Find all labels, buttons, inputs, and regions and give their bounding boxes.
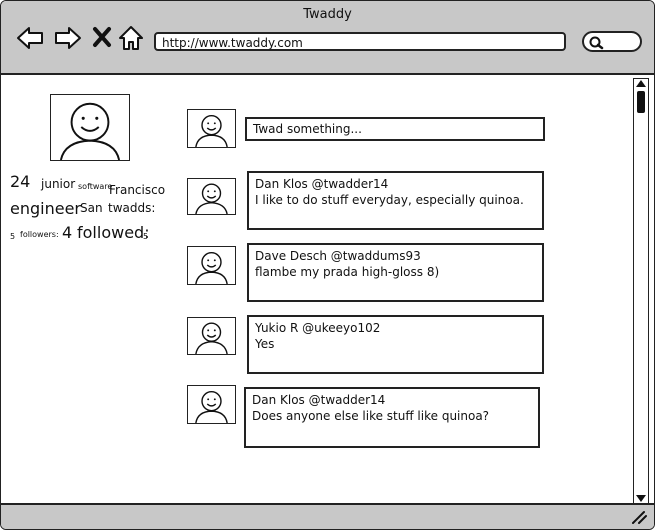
forward-arrow-icon[interactable]: [53, 23, 83, 53]
tweet-author[interactable]: Dan Klos @twadder14: [255, 176, 536, 192]
profile-word-engineer: engineer: [10, 199, 81, 218]
tweet-avatar[interactable]: [187, 317, 236, 355]
profile-twadds-count: 5: [10, 232, 16, 241]
profile-word-software: software: [78, 182, 113, 191]
profile-age: 24: [10, 172, 31, 191]
search-input[interactable]: [582, 31, 642, 52]
tweet-text: Yes: [255, 337, 275, 351]
profile-followers-label: followers:: [20, 230, 59, 239]
compose-avatar: [187, 109, 236, 148]
scroll-down-arrow-icon[interactable]: [636, 495, 646, 502]
tweet-author[interactable]: Dave Desch @twaddums93: [255, 248, 536, 264]
tweet-avatar[interactable]: [187, 178, 236, 215]
tweet-text: Does anyone else like stuff like quinoa?: [252, 409, 490, 423]
url-input[interactable]: http://www.twaddy.com: [154, 32, 566, 51]
resize-grip-icon[interactable]: [630, 509, 648, 525]
scrollbar-thumb[interactable]: [637, 91, 645, 113]
back-arrow-icon[interactable]: [15, 23, 45, 53]
tweet-avatar[interactable]: [187, 385, 236, 424]
tweet-card[interactable]: Dave Desch @twaddums93 flambe my prada h…: [247, 243, 544, 302]
tweet-author[interactable]: Dan Klos @twadder14: [252, 392, 532, 408]
search-icon: [589, 36, 604, 50]
profile-avatar[interactable]: [50, 94, 130, 161]
browser-titlebar: Twaddy http://www.twaddy.com: [1, 1, 654, 75]
scroll-up-arrow-icon[interactable]: [636, 80, 646, 87]
window-title: Twaddy: [303, 7, 352, 22]
profile-word-francisco: Francisco: [109, 183, 166, 197]
compose-input[interactable]: Twad something...: [245, 117, 545, 141]
tweet-text: I like to do stuff everyday, especially …: [255, 193, 524, 207]
tweet-card[interactable]: Dan Klos @twadder14 I like to do stuff e…: [247, 171, 544, 230]
tweet-avatar[interactable]: [187, 246, 236, 285]
profile-word-san: San: [80, 201, 103, 215]
tweet-card[interactable]: Yukio R @ukeeyo102 Yes: [247, 315, 544, 374]
tweet-card[interactable]: Dan Klos @twadder14 Does anyone else lik…: [244, 387, 540, 448]
profile-followed-label: followed:: [77, 223, 150, 242]
profile-word-junior: junior: [41, 177, 76, 191]
tweet-author[interactable]: Yukio R @ukeeyo102: [255, 320, 536, 336]
vertical-scrollbar[interactable]: [633, 78, 649, 505]
browser-window: Twaddy http://www.twaddy.com 24 junior s…: [0, 0, 655, 530]
status-bar: [1, 503, 654, 529]
profile-followed-count: 4: [62, 223, 73, 242]
profile-twadds-label: twadds:: [108, 201, 156, 215]
profile-followers-count: 5: [143, 232, 149, 241]
home-icon[interactable]: [117, 23, 147, 53]
tweet-text: flambe my prada high-gloss 8): [255, 265, 440, 279]
